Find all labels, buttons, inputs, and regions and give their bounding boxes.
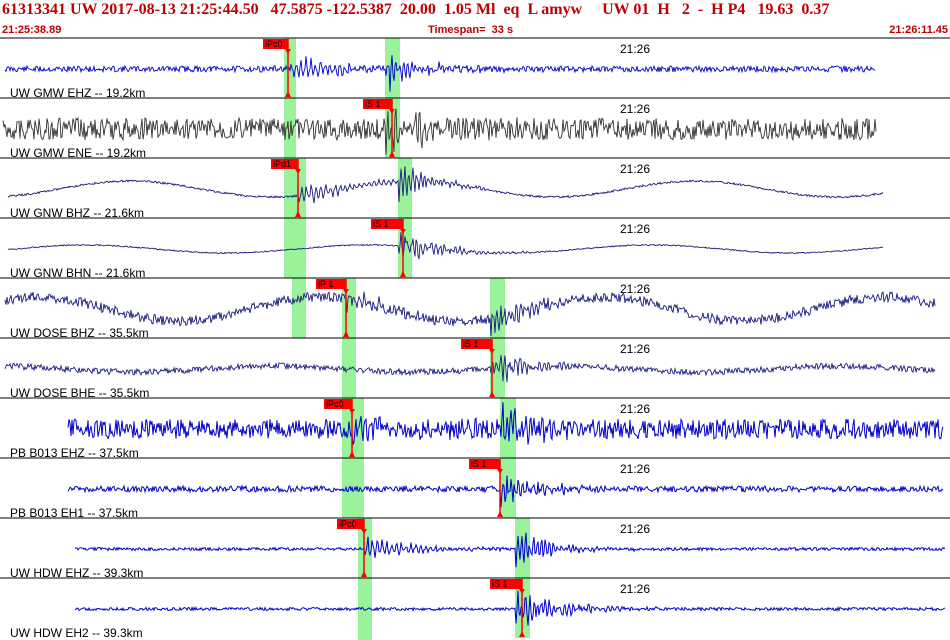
waveform-trace — [74, 590, 946, 626]
waveform-trace — [4, 355, 936, 383]
pick-label: iPc0 — [326, 399, 344, 409]
channel-lane[interactable]: 21:26iS 1UW DOSE BHE -- 35.5km — [0, 337, 950, 400]
pick-label: iS 1 — [492, 579, 508, 589]
channel-lane[interactable]: 21:26iPc0UW HDW EHZ -- 39.3km — [0, 517, 950, 580]
time-marker: 21:26 — [620, 582, 650, 596]
pick-label: iP 1 — [318, 279, 333, 289]
time-marker: 21:26 — [620, 222, 650, 236]
time-marker: 21:26 — [620, 522, 650, 536]
pick-label: iS 1 — [365, 99, 381, 109]
seismogram-panel[interactable]: 21:26iPc0UW GMW EHZ -- 19.2km21:26iS 1UW… — [0, 0, 950, 640]
pick-label: iPd1 — [273, 159, 291, 169]
pick-label: iS 1 — [463, 339, 479, 349]
time-marker: 21:26 — [620, 402, 650, 416]
time-marker: 21:26 — [620, 282, 650, 296]
pick-label: iS 1 — [373, 219, 389, 229]
waveform-trace — [7, 231, 884, 260]
time-marker: 21:26 — [620, 462, 650, 476]
time-marker: 21:26 — [620, 162, 650, 176]
time-marker: 21:26 — [620, 342, 650, 356]
channel-lane[interactable]: 21:26iPc0PB B013 EHZ -- 37.5km — [0, 397, 950, 460]
pick-label: iS 1 — [471, 459, 487, 469]
pick-label: iPc0 — [265, 39, 283, 49]
time-marker: 21:26 — [620, 102, 650, 116]
pick-window — [490, 278, 505, 338]
channel-lane[interactable]: 21:26iS 1PB B013 EH1 -- 37.5km — [0, 457, 950, 520]
time-marker: 21:26 — [620, 42, 650, 56]
channel-lane[interactable]: 21:26iPd1UW GNW BHZ -- 21.6km — [0, 157, 950, 220]
pick-window — [292, 218, 306, 278]
channel-label: UW HDW EH2 -- 39.3km — [10, 626, 143, 640]
channel-lane[interactable]: 21:26 iS 1 UW HDW EH2 -- 39.3km — [0, 577, 950, 640]
waveform-trace — [74, 532, 946, 568]
channel-lane[interactable]: 21:26iPc0UW GMW EHZ -- 19.2km — [0, 37, 950, 100]
waveform-trace — [7, 166, 884, 204]
channel-lane[interactable]: 21:26iS 1UW GNW BHN -- 21.6km — [0, 217, 950, 280]
channel-lane[interactable]: 21:26iP 1UW DOSE BHZ -- 35.5km — [0, 277, 950, 340]
pick-label: iPc0 — [339, 519, 357, 529]
channel-lane[interactable]: 21:26iS 1UW GMW ENE -- 19.2km — [0, 97, 950, 160]
